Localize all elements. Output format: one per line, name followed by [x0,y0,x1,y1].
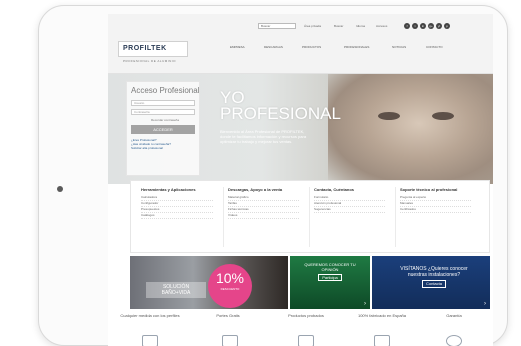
remember-checkbox[interactable]: Recordar contraseña [151,118,195,122]
util-link-access[interactable]: Accesos [376,24,387,28]
hero-eye-right [432,112,454,120]
footer-item-warranty: Garantía [446,313,462,318]
cabinet-icon [142,335,158,346]
screen: PROFILTEK PROFESIONAL DE ALUMINIO Buscar… [108,14,493,346]
discount-percent: 10% [215,270,245,286]
footer-features: Cualquier medida con los perfiles Portes… [108,311,493,346]
hero-portrait [328,74,493,184]
survey-button[interactable]: Participa [318,274,342,281]
hero-banner: Acceso Profesional Usuario Contraseña Re… [108,74,493,184]
discount-badge: 10% DESCUENTO [208,264,252,308]
top-bar: PROFILTEK PROFESIONAL DE ALUMINIO Buscar… [108,14,493,74]
features-panel: Herramientas y Aplicaciones Calculadora … [130,180,490,253]
camera-icon [57,186,63,192]
factory-icon [374,335,390,346]
discount-label: DESCUENTO [220,287,240,291]
util-link-search[interactable]: Buscar [334,24,343,28]
feature-link[interactable]: Catálogos [141,213,213,219]
arrow-right-icon[interactable]: › [364,301,366,307]
flask-icon [298,335,314,346]
util-link-language[interactable]: Idioma [356,24,365,28]
hero-intro: Bienvenido al Área Profesional de PROFIL… [220,129,307,144]
logo-text: PROFILTEK [123,45,167,52]
hero-title: YO PROFESIONAL [220,89,341,123]
feature-tools[interactable]: Herramientas y Aplicaciones Calculadora … [137,187,217,247]
footer-item-tested: Productos probados [288,313,324,318]
survey-title: QUEREMOS CONOCER TU OPINIÓN [304,262,356,272]
feature-contact[interactable]: Contacta, Cuéntanos Formulario Atención … [309,187,389,247]
pinterest-icon[interactable]: p [444,23,450,29]
nav-item-contacto[interactable]: Contacto [426,45,443,49]
truck-icon [222,335,238,346]
visit-button[interactable]: Contacta [421,280,446,288]
login-link-register[interactable]: Solicitar alta profesional [131,146,195,150]
login-title: Acceso Profesional [131,86,200,95]
nav-item-profesionales[interactable]: Profesionales [344,45,369,49]
footer-item-shipping: Portes Gratis [216,313,240,318]
password-field[interactable]: Contraseña [131,109,195,115]
footer-item-measure: Cualquier medida con los perfiles [120,313,180,318]
facebook-icon[interactable]: f [404,23,410,29]
googleplus-icon[interactable]: g+ [428,23,434,29]
logo[interactable]: PROFILTEK PROFESIONAL DE ALUMINIO [118,41,188,63]
visit-banner[interactable]: VISÍTANOS ¿Quieres conocer nuestras inst… [372,256,490,309]
hero-eye-left [378,112,400,120]
visit-title: VISÍTANOS ¿Quieres conocer nuestras inst… [400,266,468,278]
feature-link[interactable]: Vídeos [228,213,299,219]
youtube-icon[interactable]: yt [436,23,442,29]
feature-title: Contacta, Cuéntanos [314,187,355,192]
search-input[interactable]: Buscar [258,23,296,29]
feature-downloads[interactable]: Descargas, Apoyo a la venta Material grá… [223,187,303,247]
login-panel: Acceso Profesional Usuario Contraseña Re… [126,81,200,176]
hero-title-line2: PROFESIONAL [220,104,341,123]
nav-item-productos[interactable]: Productos [302,45,321,49]
nav-item-empresa[interactable]: Empresa [230,45,245,49]
feature-support[interactable]: Soporte técnico al profesional Pregunta … [395,187,475,247]
login-button[interactable]: ACCEDER [131,125,195,134]
survey-banner[interactable]: QUEREMOS CONOCER TU OPINIÓN Participa › [290,256,370,309]
feature-title: Descargas, Apoyo a la venta [228,187,283,192]
nav-item-descargas[interactable]: Descargas [264,45,283,49]
visit-text: VISÍTANOS ¿Quieres conocer nuestras inst… [394,266,474,288]
username-field[interactable]: Usuario [131,100,195,106]
linkedin-icon[interactable]: in [420,23,426,29]
promo-label: SOLUCIÓN BAÑO+VIDA [146,282,206,298]
arrow-right-icon[interactable]: › [484,301,486,307]
twitter-icon[interactable]: t [412,23,418,29]
logo-tagline: PROFESIONAL DE ALUMINIO [123,59,176,63]
footer-item-made: 100% fabricado en España [357,313,407,318]
feature-link[interactable]: Sugerencias [314,207,385,213]
feature-title: Herramientas y Aplicaciones [141,187,196,192]
feature-link[interactable]: Certificados [400,207,471,213]
feature-title: Soporte técnico al profesional [400,187,458,192]
nav-item-noticias[interactable]: Noticias [392,45,406,49]
badge-icon [446,335,462,346]
util-link-area[interactable]: Área privada [304,24,321,28]
promo-banner-bath[interactable]: SOLUCIÓN BAÑO+VIDA 10% DESCUENTO [130,256,288,309]
survey-text: QUEREMOS CONOCER TU OPINIÓN Participa [298,262,362,281]
